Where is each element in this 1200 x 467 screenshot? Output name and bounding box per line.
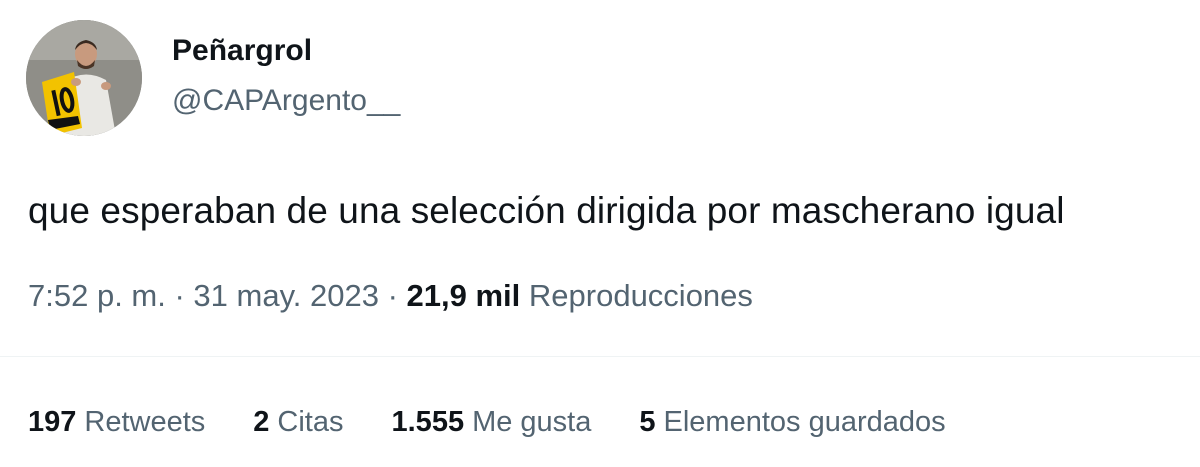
meta-separator: · — [174, 278, 194, 313]
views-label: Reproducciones — [528, 278, 753, 313]
likes-count: 1.555 — [391, 406, 465, 438]
quotes-stat[interactable]: 2 Citas — [253, 406, 343, 439]
retweets-count: 197 — [28, 406, 77, 438]
bookmarks-label: Elementos guardados — [663, 406, 946, 438]
tweet-date[interactable]: 31 may. 2023 — [193, 278, 379, 313]
tweet-metadata: 7:52 p. m. · 31 may. 2023 · 21,9 mil Rep… — [28, 278, 753, 314]
avatar-image — [26, 20, 142, 136]
quotes-count: 2 — [253, 406, 270, 438]
divider — [0, 356, 1200, 357]
likes-label: Me gusta — [472, 406, 592, 438]
quotes-label: Citas — [277, 406, 344, 438]
tweet-time[interactable]: 7:52 p. m. — [28, 278, 166, 313]
views-count: 21,9 mil — [406, 278, 529, 313]
tweet-text: que esperaban de una selección dirigida … — [28, 190, 1065, 231]
retweets-label: Retweets — [84, 406, 206, 438]
user-handle[interactable]: @CAPArgento__ — [172, 84, 400, 118]
bookmarks-stat[interactable]: 5 Elementos guardados — [639, 406, 945, 439]
display-name[interactable]: Peñargrol — [172, 34, 312, 68]
meta-separator: · — [387, 278, 407, 313]
engagement-stats: 197 Retweets 2 Citas 1.555 Me gusta 5 Elemen… — [28, 406, 994, 439]
bookmarks-count: 5 — [639, 406, 656, 438]
avatar[interactable] — [26, 20, 142, 136]
likes-stat[interactable]: 1.555 Me gusta — [392, 406, 592, 439]
tweet-card: Peñargrol @CAPArgento__ que esperaban de… — [0, 0, 1200, 467]
retweets-stat[interactable]: 197 Retweets — [28, 406, 205, 439]
